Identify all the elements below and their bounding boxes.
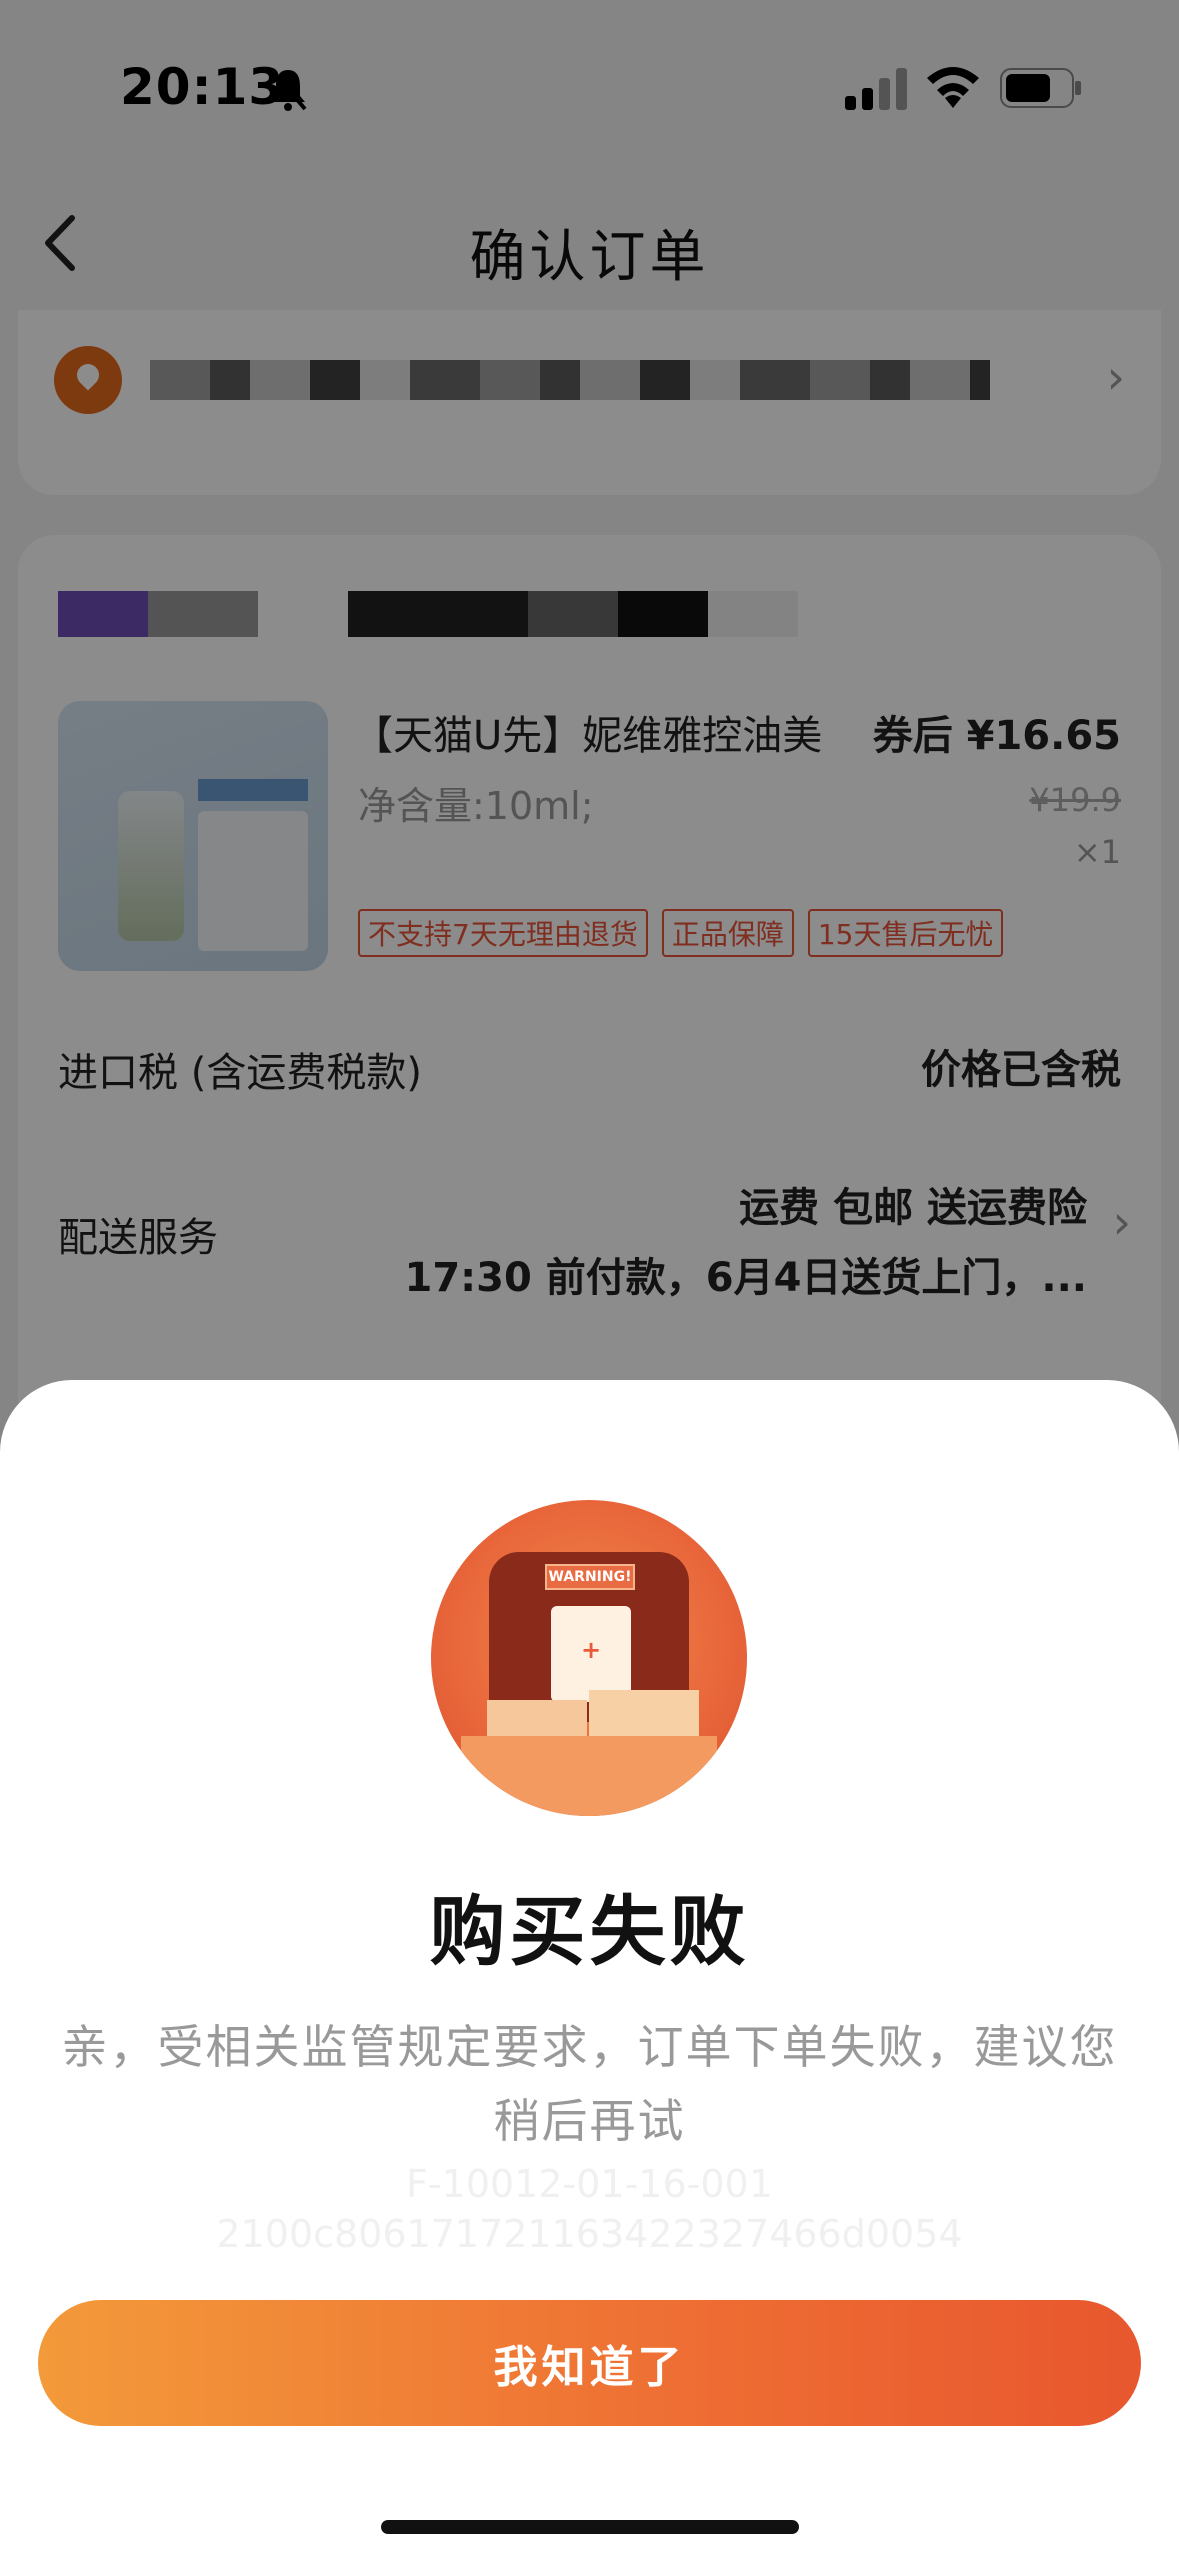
dialog-message: 亲，受相关监管规定要求，订单下单失败，建议您稍后再试 <box>61 2020 1118 2148</box>
purchase-failed-sheet: WARNING! + 购买失败 亲，受相关监管规定要求，订单下单失败，建议您稍后… <box>0 1380 1179 2556</box>
dialog-title: 购买失败 <box>429 1887 750 1976</box>
warning-label: WARNING! <box>545 1564 635 1590</box>
error-code: F-10012-01-16-001 <box>406 2162 773 2206</box>
trace-id: 2100c806171721163422327466d0054 <box>216 2212 963 2256</box>
home-indicator[interactable] <box>381 2520 799 2534</box>
acknowledge-button[interactable]: 我知道了 <box>38 2300 1141 2426</box>
warning-truck-illustration: WARNING! + <box>431 1500 747 1816</box>
